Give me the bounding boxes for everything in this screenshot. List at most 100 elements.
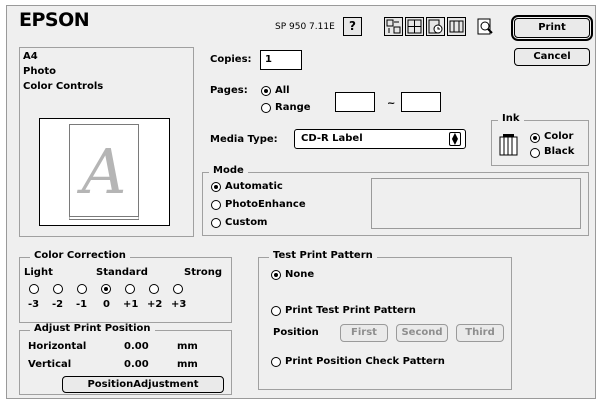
settings-summary-panel: A4 Photo Color Controls A	[19, 47, 194, 237]
color-correction-radio-minus1[interactable]	[77, 284, 87, 294]
mode-automatic-label: Automatic	[225, 181, 283, 192]
mode-panel: Mode Automatic PhotoEnhance Custom	[202, 165, 589, 236]
media-type-select[interactable]: CD-R Label ▲ ▼	[294, 129, 466, 149]
level-label: +3	[171, 299, 187, 310]
copies-value: 1	[265, 54, 272, 65]
cancel-button-label: Cancel	[533, 51, 571, 62]
color-correction-light-label: Light	[24, 267, 53, 278]
position-third-button[interactable]: Third	[456, 324, 504, 342]
grid-icon-glyph	[407, 19, 422, 34]
pages-all-label: All	[275, 85, 290, 96]
position-second-button[interactable]: Second	[396, 324, 448, 342]
horizontal-value: 0.00	[124, 341, 149, 352]
mode-custom-area	[371, 178, 581, 229]
mode-title: Mode	[209, 165, 248, 176]
level-label: +1	[123, 299, 139, 310]
ink-black-radio[interactable]	[530, 148, 540, 158]
epson-logo: EPSON	[19, 9, 90, 31]
adjust-position-title: Adjust Print Position	[30, 323, 155, 334]
position-adjustment-label: PositionAdjustment	[87, 379, 199, 390]
mode-custom-label: Custom	[225, 217, 268, 228]
pages-from-input[interactable]	[335, 92, 375, 112]
position-check-pattern-label: Print Position Check Pattern	[285, 356, 445, 367]
media-type-value: CD-R Label	[301, 133, 363, 144]
level-label: -2	[52, 299, 64, 310]
background-printing-icon[interactable]	[426, 17, 445, 36]
color-correction-standard-label: Standard	[96, 267, 148, 278]
test-print-pattern-radio[interactable]	[271, 306, 281, 316]
test-print-title: Test Print Pattern	[269, 250, 377, 261]
position-first-label: First	[351, 327, 377, 338]
pages-to-input[interactable]	[401, 92, 441, 112]
color-correction-panel: Color Correction Light Standard Strong -…	[19, 250, 232, 323]
test-print-pattern-label: Print Test Print Pattern	[285, 305, 416, 316]
position-check-pattern-radio[interactable]	[271, 357, 281, 367]
color-correction-radio-minus2[interactable]	[53, 284, 63, 294]
test-none-label: None	[285, 269, 315, 280]
summary-color: Color Controls	[23, 81, 104, 92]
pages-label: Pages:	[210, 85, 248, 96]
pages-range-label: Range	[275, 102, 311, 113]
help-button[interactable]: ?	[343, 17, 362, 36]
ink-panel: Ink Color Black	[491, 113, 589, 166]
level-label: 0	[103, 299, 110, 310]
color-correction-radio-0[interactable]	[101, 284, 111, 294]
page-layout-icon[interactable]	[384, 17, 403, 36]
color-correction-title: Color Correction	[30, 250, 130, 261]
position-first-button[interactable]: First	[340, 324, 388, 342]
mode-photoenhance-radio[interactable]	[211, 200, 221, 210]
copies-input[interactable]: 1	[260, 50, 302, 70]
preview-frame: A	[39, 118, 170, 226]
color-correction-radio-plus3[interactable]	[173, 284, 183, 294]
layout-icon-glyph	[386, 19, 401, 34]
pages-range-separator: ~	[387, 98, 396, 109]
ink-cartridge-icon-glyph	[449, 20, 464, 33]
pages-all-radio[interactable]	[261, 86, 271, 96]
print-button[interactable]: Print	[511, 15, 593, 41]
driver-version: SP 950 7.11E	[275, 22, 335, 32]
pages-range-radio[interactable]	[261, 103, 271, 113]
ink-color-radio[interactable]	[530, 133, 540, 143]
color-correction-radio-minus3[interactable]	[29, 284, 39, 294]
position-third-label: Third	[465, 327, 495, 338]
summary-type: Photo	[23, 66, 56, 77]
select-arrows-icon: ▲ ▼	[449, 132, 461, 146]
level-label: -1	[76, 299, 88, 310]
position-label: Position	[273, 327, 319, 338]
mode-automatic-radio[interactable]	[211, 182, 221, 192]
ink-title: Ink	[498, 113, 524, 124]
vertical-unit: mm	[177, 359, 198, 370]
media-type-label: Media Type:	[210, 134, 278, 145]
help-label: ?	[349, 19, 356, 33]
copies-label: Copies:	[210, 54, 252, 65]
vertical-value: 0.00	[124, 359, 149, 370]
color-correction-radio-plus2[interactable]	[149, 284, 159, 294]
color-correction-strong-label: Strong	[184, 267, 223, 278]
mode-custom-radio[interactable]	[211, 218, 221, 228]
magnifier-icon-glyph	[477, 18, 493, 35]
summary-paper: A4	[23, 51, 38, 62]
preview-page: A	[69, 124, 139, 220]
ink-black-label: Black	[544, 146, 575, 157]
horizontal-label: Horizontal	[28, 341, 87, 352]
page-setup-icon[interactable]	[405, 17, 424, 36]
color-correction-radio-plus1[interactable]	[125, 284, 135, 294]
cancel-button[interactable]: Cancel	[514, 48, 590, 66]
preview-letter: A	[81, 135, 127, 208]
level-label: +2	[147, 299, 163, 310]
position-adjustment-button[interactable]: PositionAdjustment	[62, 376, 224, 393]
print-button-label: Print	[538, 22, 566, 33]
test-none-radio[interactable]	[271, 270, 281, 280]
clock-doc-icon-glyph	[428, 19, 443, 34]
print-dialog: EPSON SP 950 7.11E ? Print Cancel A4 Pho…	[6, 5, 596, 399]
horizontal-unit: mm	[177, 341, 198, 352]
utility-icon[interactable]	[447, 17, 466, 36]
mode-photoenhance-label: PhotoEnhance	[225, 199, 306, 210]
adjust-position-panel: Adjust Print Position Horizontal 0.00 mm…	[19, 323, 232, 395]
test-print-panel: Test Print Pattern None Print Test Print…	[258, 250, 512, 390]
ink-cartridge-icon	[499, 134, 518, 156]
preview-icon[interactable]	[476, 17, 495, 36]
ink-color-label: Color	[544, 131, 574, 142]
position-second-label: Second	[401, 327, 443, 338]
level-label: -3	[28, 299, 40, 310]
